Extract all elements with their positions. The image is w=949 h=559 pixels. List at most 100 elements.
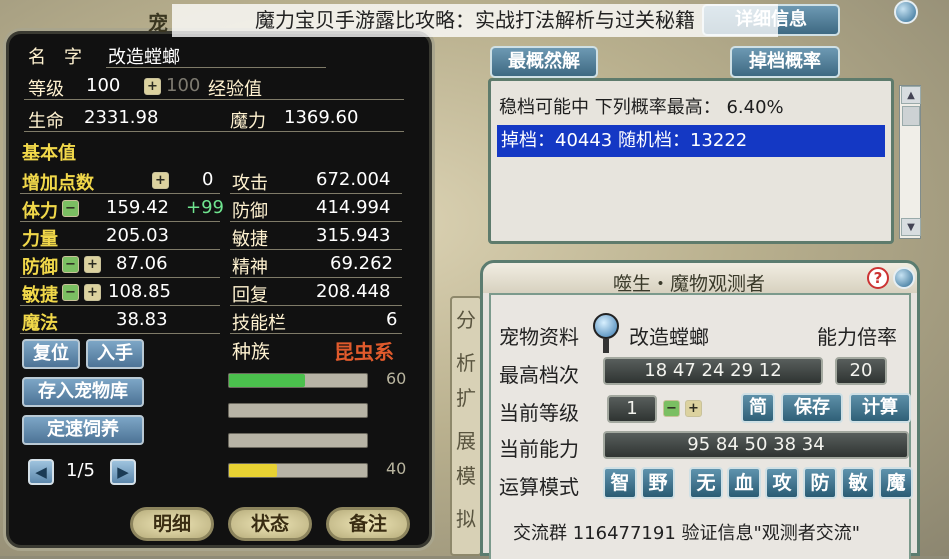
minimize-orb-icon[interactable] [894,0,918,24]
pet-name-value: 改造螳螂 [108,47,180,68]
base-label-vitality: 体力 [22,201,58,222]
side-tab-column: 分 析 扩 展 模 拟 [450,296,482,556]
stat-value-skills: 6 [386,309,398,330]
base-value-vitality: 159.42 [106,197,169,218]
stat-label-spirit: 精神 [232,257,268,278]
vitality-minus-icon[interactable]: − [62,200,79,217]
mode-defense-button[interactable]: 防 [803,467,837,499]
optimal-solution-button[interactable]: 最概然解 [490,46,598,78]
name-underline [106,67,326,68]
calculate-button[interactable]: 计算 [849,393,911,423]
exp-label: 经验值 [208,79,262,100]
mode-agility-button[interactable]: 敏 [841,467,875,499]
current-level-label: 当前等级 [499,401,579,425]
obtain-button[interactable]: 入手 [86,339,144,369]
max-grade-total-field[interactable]: 20 [835,357,887,385]
page-indicator: 1/5 [66,460,95,481]
level-underline [24,99,404,100]
mp-label: 魔力 [230,111,266,132]
mode-intelligence-button[interactable]: 智 [603,467,637,499]
current-level-field[interactable]: 1 [607,395,657,423]
defense-plus-icon[interactable]: + [84,256,101,273]
current-ability-label: 当前能力 [499,437,579,461]
stat-label-defense: 防御 [232,201,268,222]
base-underline-3 [20,277,220,278]
stat-value-attack: 672.004 [316,169,391,190]
pet-info-label: 宠物资料 [499,325,579,349]
level-decrease-icon[interactable]: − [663,400,680,417]
growth-bar-4-fill [229,464,278,477]
base-underline-4 [20,305,220,306]
current-ability-field[interactable]: 95 84 50 38 34 [603,431,909,459]
base-label-agility: 敏捷 [22,285,58,306]
base-label-defense: 防御 [22,257,58,278]
probability-result-panel: 稳档可能中 下列概率最高： 6.40% 掉档：40443 随机档：13222 [488,78,921,244]
deposit-pet-button[interactable]: 存入宠物库 [22,377,144,407]
mode-magic-button[interactable]: 魔 [879,467,913,499]
ability-multiplier-label: 能力倍率 [817,325,897,349]
panel-title: 噬生・魔物观测者 [613,273,766,295]
drop-probability-button[interactable]: 掉档概率 [730,46,840,78]
tab-status[interactable]: 状态 [228,507,312,541]
agility-plus-icon[interactable]: + [84,284,101,301]
mode-attack-button[interactable]: 攻 [765,467,799,499]
hp-underline [24,131,404,132]
stat-underline-4 [230,305,402,306]
base-values-header: 基本值 [22,143,76,164]
tab-details[interactable]: 明细 [130,507,214,541]
growth-bar-3 [228,433,368,448]
observer-handle-icon [603,339,609,353]
result-line-2-text: 掉档：40443 随机档：13222 [501,130,748,151]
level-plus-icon: + [144,78,161,95]
next-page-icon[interactable]: ▶ [110,459,136,485]
growth-bar-1-fill [229,374,305,387]
scroll-thumb[interactable] [902,106,920,126]
base-underline-0 [20,193,220,194]
footer-group-info: 交流群 116477191 验证信息"观测者交流" [513,523,861,544]
points-plus-icon[interactable]: + [152,172,169,189]
stat-value-defense: 414.994 [316,197,391,218]
scroll-down-icon[interactable]: ▼ [901,218,921,236]
level-increase-icon[interactable]: + [685,400,702,417]
result-line-2[interactable]: 掉档：40443 随机档：13222 [497,125,885,157]
base-value-strength: 205.03 [106,225,169,246]
agility-minus-icon[interactable]: − [62,284,79,301]
side-tab-char-5: 模 [456,464,476,488]
fixed-feed-button[interactable]: 定速饲养 [22,415,144,445]
reset-button[interactable]: 复位 [22,339,80,369]
simple-button[interactable]: 简 [741,393,775,423]
observer-magnifier-icon [593,313,619,339]
base-value-magic: 38.83 [116,309,168,330]
monster-observer-panel: 噬生・魔物观测者 ? 宠物资料 改造螳螂 能力倍率 最高档次 18 47 24 … [480,260,920,559]
pet-detail-panel: 宠 名 字 改造螳螂 等级 100 + 100 经验值 生命 2331.98 魔… [3,11,435,551]
mode-wild-button[interactable]: 野 [641,467,675,499]
help-icon[interactable]: ? [867,267,889,289]
mode-none-button[interactable]: 无 [689,467,723,499]
side-tab-char-2: 析 [456,351,476,375]
stat-label-skills: 技能栏 [232,313,286,334]
growth-bar-4 [228,463,368,478]
stat-underline-5 [230,333,402,334]
side-tab-char-1: 分 [456,308,476,332]
base-value-defense: 87.06 [116,253,168,274]
base-label-strength: 力量 [22,229,58,250]
tab-notes[interactable]: 备注 [326,507,410,541]
scroll-up-icon[interactable]: ▲ [901,86,921,104]
base-label-points: 增加点数 [22,173,94,194]
max-grade-label: 最高档次 [499,363,579,387]
save-button[interactable]: 保存 [781,393,843,423]
stat-underline-2 [230,249,402,250]
mode-hp-button[interactable]: 血 [727,467,761,499]
prev-page-icon[interactable]: ◀ [28,459,54,485]
result-line-1-text: 稳档可能中 下列概率最高： 6.40% [499,97,784,118]
max-grade-field[interactable]: 18 47 24 29 12 [603,357,823,385]
close-orb-icon[interactable] [893,267,915,289]
hp-value: 2331.98 [84,107,159,128]
base-underline-1 [20,221,220,222]
hp-label: 生命 [28,111,64,132]
stat-value-spirit: 69.262 [330,253,393,274]
stat-value-agility: 315.943 [316,225,391,246]
name-label: 名 字 [28,47,82,68]
stat-underline-3 [230,277,402,278]
defense-minus-icon[interactable]: − [62,256,79,273]
